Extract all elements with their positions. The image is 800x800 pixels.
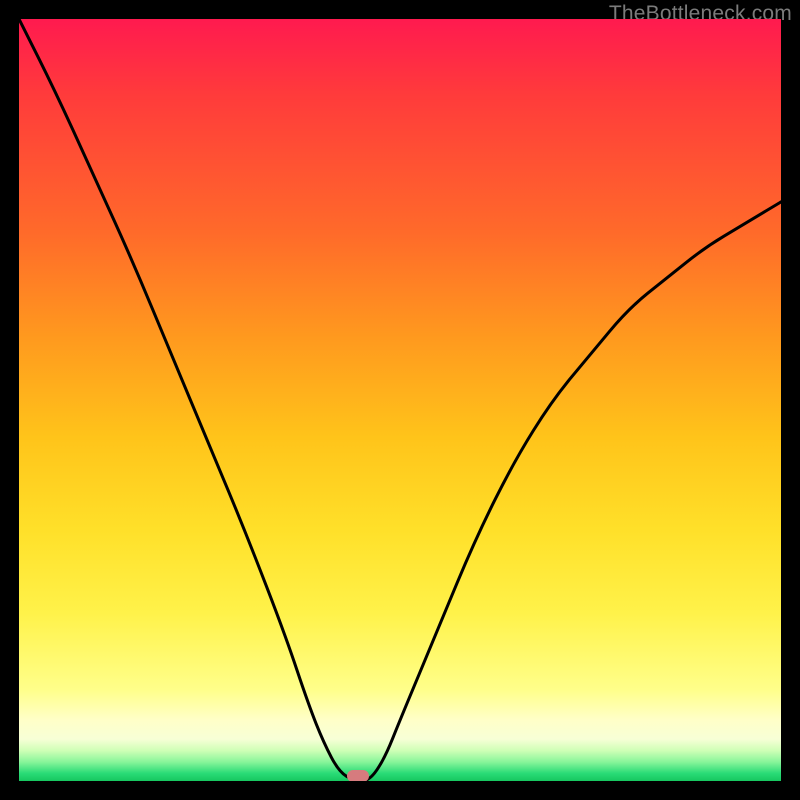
minimum-marker — [347, 770, 369, 781]
plot-area — [19, 19, 781, 781]
bottleneck-curve — [19, 19, 781, 781]
chart-frame: TheBottleneck.com — [0, 0, 800, 800]
